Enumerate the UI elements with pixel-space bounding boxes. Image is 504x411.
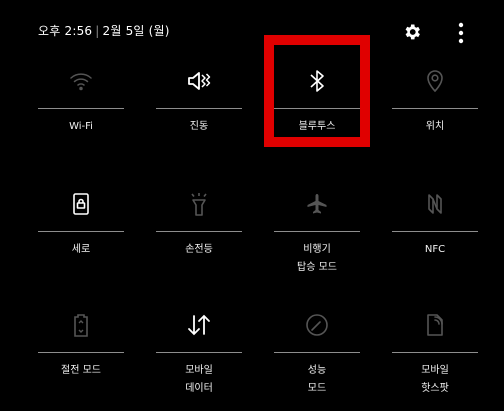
tile-divider bbox=[156, 352, 242, 353]
tile-label: 위치 bbox=[425, 121, 445, 132]
tile-label: 절전 모드 bbox=[61, 365, 101, 376]
tile-divider bbox=[38, 352, 124, 353]
tile-label: 비행기 탑승 모드 bbox=[297, 244, 337, 273]
more-vertical-icon bbox=[458, 22, 464, 44]
tile-divider bbox=[392, 231, 478, 232]
tile-divider bbox=[392, 352, 478, 353]
tile-label: 모바일 데이터 bbox=[185, 365, 213, 394]
tile-label: Wi-Fi bbox=[69, 121, 93, 132]
vibrate-icon bbox=[156, 62, 242, 100]
tile-label: 세로 bbox=[71, 244, 91, 255]
highlight-box bbox=[264, 35, 370, 147]
status-header: 오후 2:56 | 2월 5일 (월) bbox=[0, 0, 504, 62]
clock-date: 오후 2:56 | 2월 5일 (월) bbox=[38, 22, 170, 39]
hotspot-icon bbox=[392, 306, 478, 344]
portrait-lock-icon bbox=[38, 185, 124, 223]
tile-label: 모바일 핫스팟 bbox=[421, 365, 449, 394]
nfc-icon bbox=[392, 185, 478, 223]
airplane-icon bbox=[274, 185, 360, 223]
tile-divider bbox=[274, 231, 360, 232]
tile-label: 성능 모드 bbox=[307, 365, 327, 394]
more-options-button[interactable] bbox=[451, 22, 471, 44]
tile-divider bbox=[274, 352, 360, 353]
performance-icon bbox=[274, 306, 360, 344]
date-text: 2월 5일 (월) bbox=[102, 24, 170, 38]
separator: | bbox=[95, 24, 100, 38]
tile-divider bbox=[392, 108, 478, 109]
tile-divider bbox=[156, 108, 242, 109]
wifi-icon bbox=[38, 62, 124, 100]
gear-icon bbox=[405, 24, 420, 40]
tile-divider bbox=[38, 108, 124, 109]
tile-divider bbox=[38, 231, 124, 232]
tile-divider bbox=[156, 231, 242, 232]
location-icon bbox=[392, 62, 478, 100]
tile-label: NFC bbox=[424, 244, 446, 255]
mobile-data-icon bbox=[156, 306, 242, 344]
tile-label: 손전등 bbox=[185, 244, 213, 255]
flashlight-icon bbox=[156, 185, 242, 223]
settings-button[interactable] bbox=[402, 22, 422, 42]
battery-saver-icon bbox=[38, 306, 124, 344]
tile-label: 진동 bbox=[189, 121, 209, 132]
time-text: 오후 2:56 bbox=[38, 24, 93, 38]
